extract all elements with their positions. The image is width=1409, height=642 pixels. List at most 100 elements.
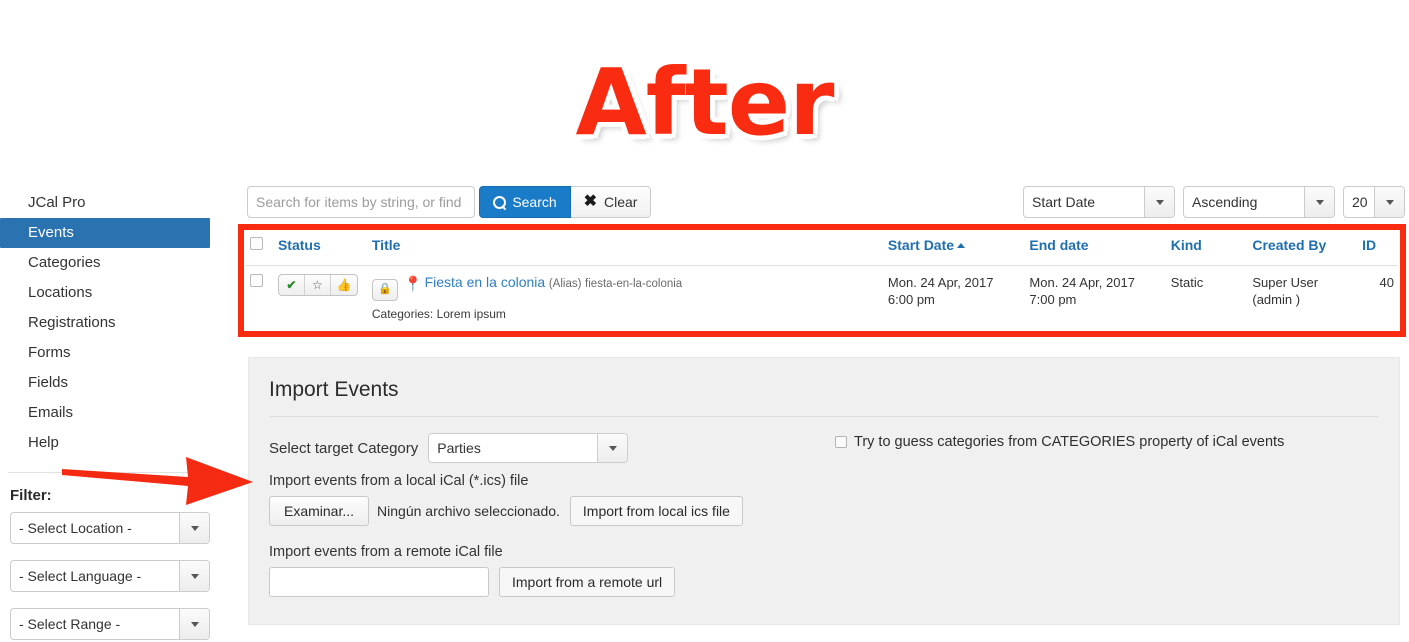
sidebar-item-forms[interactable]: Forms [0, 338, 220, 368]
chevron-down-icon [1315, 199, 1324, 205]
table-header-row: Status Title Start Date End date Kind Cr… [246, 231, 1398, 266]
search-button[interactable]: Search [479, 186, 571, 218]
column-header-kind[interactable]: Kind [1166, 231, 1249, 266]
sidebar: JCal Pro Events Categories Locations Reg… [0, 188, 220, 642]
filter-range-value: - Select Range - [19, 616, 121, 632]
guess-categories-row: Try to guess categories from CATEGORIES … [835, 435, 1284, 449]
sidebar-nav: JCal Pro Events Categories Locations Reg… [0, 188, 220, 458]
sort-controls: Start Date Ascending 20 [1023, 186, 1405, 218]
featured-star-icon[interactable]: ☆ [305, 275, 331, 295]
close-icon: ✖ [583, 193, 597, 210]
target-category-value: Parties [437, 440, 481, 456]
import-events-title: Import Events [269, 378, 399, 401]
row-end-date: Mon. 24 Apr, 2017 7:00 pm [1029, 275, 1135, 307]
toolbar: Search ✖ Clear Start Date Ascending [247, 186, 1405, 220]
remote-url-row: Import from a remote url [269, 567, 1379, 597]
target-category-wrapper: Parties [428, 433, 629, 463]
search-input[interactable] [247, 186, 475, 218]
target-category-dropdown-button[interactable] [597, 434, 628, 462]
status-button-group: ✔ ☆ 👍 [277, 274, 358, 296]
guess-categories-label: Try to guess categories from CATEGORIES … [854, 434, 1285, 450]
page-root: After JCal Pro Events Categories Locatio… [0, 0, 1409, 642]
target-category-select[interactable]: Parties [428, 433, 629, 463]
clear-button-label: Clear [603, 194, 638, 210]
select-all-checkbox[interactable] [250, 237, 263, 250]
chevron-down-icon [190, 525, 199, 531]
sidebar-item-emails[interactable]: Emails [0, 398, 220, 428]
remote-import-label: Import events from a remote iCal file [269, 544, 503, 560]
sidebar-item-registrations[interactable]: Registrations [0, 308, 220, 338]
sidebar-item-categories[interactable]: Categories [0, 248, 220, 278]
guess-categories-checkbox[interactable] [835, 436, 847, 448]
sort-direction-select[interactable]: Ascending [1183, 186, 1335, 218]
sort-direction-wrapper: Ascending [1183, 186, 1335, 218]
select-all-header [246, 231, 274, 266]
thumbs-up-icon[interactable]: 👍 [331, 275, 357, 295]
row-kind: Static [1170, 275, 1204, 290]
page-limit-value: 20 [1352, 194, 1368, 210]
column-header-status[interactable]: Status [273, 231, 368, 266]
row-title-cell: 🔒 📍 Fiesta en la colonia (Alias) fiesta-en… [368, 266, 884, 337]
sort-field-select[interactable]: Start Date [1023, 186, 1175, 218]
filter-location-select[interactable]: - Select Location - [10, 512, 210, 544]
filter-range-select[interactable]: - Select Range - [10, 608, 210, 640]
filter-language-dropdown-button[interactable] [179, 561, 209, 591]
chevron-down-icon [190, 621, 199, 627]
import-local-ics-button[interactable]: Import from local ics file [569, 496, 743, 526]
sidebar-item-help[interactable]: Help [0, 428, 220, 458]
row-start-date: Mon. 24 Apr, 2017 6:00 pm [887, 275, 994, 307]
sort-ascending-icon [957, 243, 966, 248]
row-select-checkbox[interactable] [250, 274, 263, 287]
browse-file-button[interactable]: Examinar... [269, 496, 370, 526]
row-id: 40 [1379, 275, 1394, 290]
event-title-link[interactable]: Fiesta en la colonia [425, 274, 546, 290]
row-created-by: Super User (admin ) [1252, 275, 1319, 307]
events-table-head: Status Title Start Date End date Kind Cr… [246, 231, 1398, 266]
event-alias-label: (Alias) [548, 278, 582, 290]
column-header-start-date-label: Start Date [887, 237, 955, 253]
import-panel-body: Select target Category Parties Import ev… [249, 417, 1399, 597]
page-limit-wrapper: 20 [1343, 186, 1405, 218]
import-remote-url-button[interactable]: Import from a remote url [499, 567, 676, 597]
sort-direction-value: Ascending [1192, 194, 1258, 210]
clear-button[interactable]: ✖ Clear [571, 186, 651, 218]
sort-field-dropdown-button[interactable] [1144, 187, 1174, 217]
sort-field-value: Start Date [1032, 194, 1096, 210]
column-header-start-date[interactable]: Start Date [883, 231, 1026, 266]
event-categories: Categories: Lorem ipsum [371, 306, 506, 321]
sort-field-wrapper: Start Date [1023, 186, 1175, 218]
page-limit-dropdown-button[interactable] [1374, 187, 1404, 217]
lock-icon[interactable]: 🔒 [371, 278, 398, 301]
selected-file-status: Ningún archivo seleccionado. [377, 503, 560, 519]
filter-language-value: - Select Language - [19, 568, 142, 584]
remote-url-input[interactable] [269, 567, 489, 597]
filter-range-dropdown-button[interactable] [179, 609, 209, 639]
events-table-body: ✔ ☆ 👍 🔒 📍 Fiesta en la colonia (Alias) fie… [246, 266, 1398, 337]
target-category-label: Select target Category [269, 439, 419, 457]
local-import-label: Import events from a local iCal (*.ics) … [269, 473, 529, 489]
published-check-icon[interactable]: ✔ [279, 275, 305, 295]
search-button-label: Search [512, 194, 557, 210]
row-select-cell [246, 266, 274, 337]
row-status-cell: ✔ ☆ 👍 [274, 266, 368, 337]
filter-range-wrapper: - Select Range - [10, 608, 210, 640]
column-header-id[interactable]: ID [1358, 231, 1398, 266]
column-header-end-date[interactable]: End date [1025, 231, 1167, 266]
chevron-down-icon [608, 445, 617, 451]
map-pin-icon: 📍 [403, 276, 423, 293]
column-header-title[interactable]: Title [367, 231, 884, 266]
filter-location-dropdown-button[interactable] [179, 513, 209, 543]
table-row: ✔ ☆ 👍 🔒 📍 Fiesta en la colonia (Alias) fie… [246, 266, 1398, 337]
event-alias-value: fiesta-en-la-colonia [585, 278, 683, 290]
filter-language-select[interactable]: - Select Language - [10, 560, 210, 592]
local-file-row: Examinar... Ningún archivo seleccionado.… [269, 496, 1379, 526]
sidebar-item-jcal-pro[interactable]: JCal Pro [0, 188, 220, 218]
column-header-created-by[interactable]: Created By [1248, 231, 1359, 266]
page-limit-select[interactable]: 20 [1343, 186, 1405, 218]
sidebar-item-events[interactable]: Events [0, 218, 210, 248]
sidebar-item-fields[interactable]: Fields [0, 368, 220, 398]
chevron-down-icon [1155, 199, 1164, 205]
sort-direction-dropdown-button[interactable] [1304, 187, 1334, 217]
search-icon [493, 195, 507, 209]
sidebar-item-locations[interactable]: Locations [0, 278, 220, 308]
